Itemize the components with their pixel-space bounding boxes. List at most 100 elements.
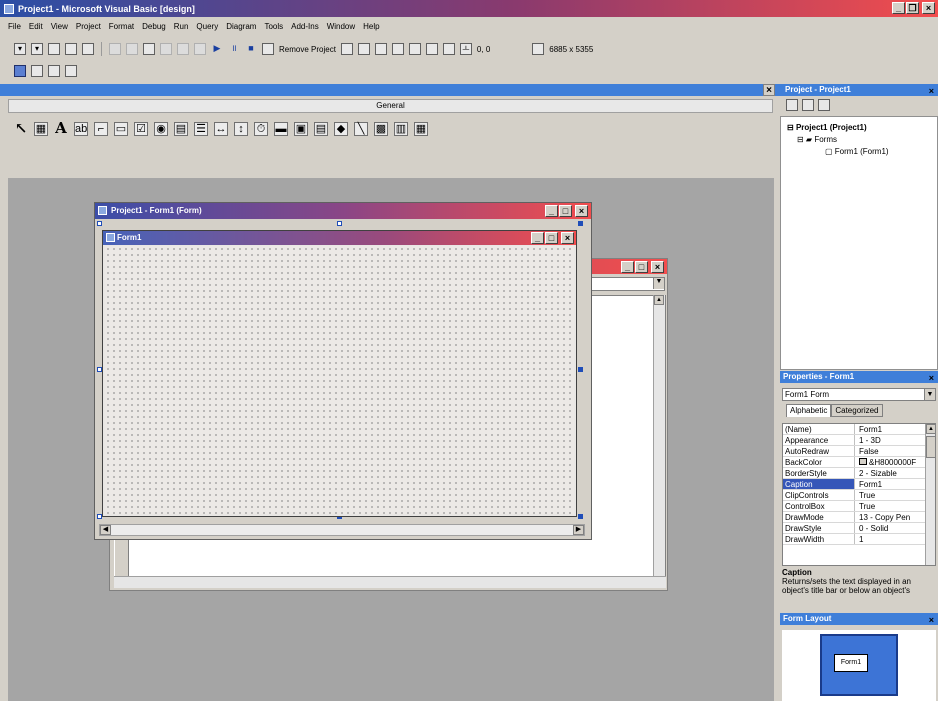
label-tool-icon[interactable]: A — [54, 121, 68, 136]
tree-forms-folder[interactable]: ⊟ ▰ Forms — [797, 135, 837, 144]
resize-handle-right[interactable] — [578, 367, 583, 372]
dir-list-tool-icon[interactable]: ▣ — [294, 122, 308, 136]
designer-maximize-button[interactable]: □ — [559, 205, 572, 217]
property-row[interactable]: DrawMode 13 - Copy Pen — [783, 512, 935, 523]
menu-format[interactable]: Format — [109, 22, 134, 36]
view-object-icon[interactable] — [802, 99, 814, 111]
layout-form-preview[interactable]: Form1 — [834, 654, 868, 672]
save-project-icon[interactable] — [82, 43, 94, 55]
property-row[interactable]: DrawWidth 1 — [783, 534, 935, 545]
code-minimize-button[interactable]: _ — [621, 261, 634, 273]
form1-grid[interactable] — [105, 246, 574, 514]
tab-alphabetic[interactable]: Alphabetic — [786, 404, 832, 417]
frame-tool-icon[interactable]: ⌐ — [94, 122, 108, 136]
ole-tool-icon[interactable]: ▦ — [414, 122, 428, 136]
open-project-icon[interactable] — [65, 43, 77, 55]
hscroll-tool-icon[interactable]: ↔ — [214, 122, 228, 136]
object-selector[interactable]: Form1 Form ▼ — [782, 388, 936, 401]
scroll-up-icon[interactable]: ▲ — [926, 424, 935, 434]
menu-editor-icon[interactable] — [48, 43, 60, 55]
image-tool-icon[interactable]: ▩ — [374, 122, 388, 136]
toggle-folders-icon[interactable] — [818, 99, 830, 111]
combo-box-tool-icon[interactable]: ▤ — [174, 122, 188, 136]
scroll-left-icon[interactable]: ◀ — [100, 525, 111, 535]
menu-debug[interactable]: Debug — [142, 22, 166, 36]
designer-horizontal-scrollbar[interactable]: ◀ ▶ — [99, 524, 585, 536]
view-code-icon[interactable] — [786, 99, 798, 111]
project-close-icon[interactable]: × — [929, 85, 934, 97]
menu-query[interactable]: Query — [196, 22, 218, 36]
resize-handle-top[interactable] — [337, 221, 342, 226]
align-icon[interactable] — [48, 65, 60, 77]
add-form-icon[interactable]: ▾ — [31, 43, 43, 55]
find-icon[interactable] — [160, 43, 172, 55]
cut-icon[interactable] — [109, 43, 121, 55]
property-row[interactable]: Appearance 1 - 3D — [783, 435, 935, 446]
end-icon[interactable]: ■ — [245, 43, 257, 55]
picture-box-tool-icon[interactable]: ▦ — [34, 122, 48, 136]
form-layout-close-icon[interactable]: × — [929, 614, 934, 626]
project-explorer-icon[interactable] — [340, 43, 353, 55]
scroll-right-icon[interactable]: ▶ — [573, 525, 584, 535]
properties-window-icon[interactable] — [357, 43, 370, 55]
menu-tools[interactable]: Tools — [264, 22, 283, 36]
paste-icon[interactable] — [143, 43, 155, 55]
scroll-thumb[interactable] — [926, 436, 935, 458]
undo-icon[interactable] — [177, 43, 189, 55]
bring-to-front-icon[interactable] — [14, 65, 26, 77]
shape-tool-icon[interactable]: ◆ — [334, 122, 348, 136]
property-row[interactable]: DrawStyle 0 - Solid — [783, 523, 935, 534]
timer-tool-icon[interactable]: ⏱ — [254, 122, 268, 136]
file-list-tool-icon[interactable]: ▤ — [314, 122, 328, 136]
copy-icon[interactable] — [126, 43, 138, 55]
menu-project[interactable]: Project — [76, 22, 101, 36]
start-icon[interactable]: ▶ — [211, 43, 223, 55]
menu-file[interactable]: File — [8, 22, 21, 36]
resize-handle-top-right[interactable] — [578, 221, 583, 226]
form1-minimize-button[interactable]: _ — [531, 232, 544, 244]
minimize-button[interactable]: _ — [892, 2, 905, 14]
designer-minimize-button[interactable]: _ — [545, 205, 558, 217]
command-button-tool-icon[interactable]: ▭ — [114, 122, 128, 136]
data-view-icon[interactable] — [425, 43, 438, 55]
add-project-icon[interactable]: ▾ — [14, 43, 26, 55]
menu-window[interactable]: Window — [327, 22, 355, 36]
property-row[interactable]: ControlBox True — [783, 501, 935, 512]
tree-form1-item[interactable]: ▢ Form1 (Form1) — [825, 147, 889, 156]
form1-maximize-button[interactable]: □ — [545, 232, 558, 244]
menu-help[interactable]: Help — [363, 22, 379, 36]
drive-list-tool-icon[interactable]: ▬ — [274, 122, 288, 136]
lock-controls-icon[interactable] — [65, 65, 77, 77]
properties-scrollbar[interactable]: ▲ — [925, 424, 935, 565]
menu-edit[interactable]: Edit — [29, 22, 43, 36]
object-browser-icon[interactable] — [391, 43, 404, 55]
option-button-tool-icon[interactable]: ◉ — [154, 122, 168, 136]
property-row[interactable]: BorderStyle 2 - Sizable — [783, 468, 935, 479]
form-layout-icon[interactable] — [374, 43, 387, 55]
remove-project-button[interactable]: Remove Project — [279, 45, 336, 54]
menu-view[interactable]: View — [51, 22, 68, 36]
menu-diagram[interactable]: Diagram — [226, 22, 256, 36]
line-tool-icon[interactable]: ╲ — [354, 122, 368, 136]
pointer-tool-icon[interactable]: ↖ — [14, 121, 28, 136]
code-vertical-scrollbar[interactable]: ▲ — [653, 295, 665, 577]
form1-surface[interactable]: Form1 _ □ × — [102, 230, 577, 517]
property-row[interactable]: ClipControls True — [783, 490, 935, 501]
toolbox-close-icon[interactable]: × — [763, 84, 775, 96]
code-close-button[interactable]: × — [651, 261, 664, 273]
scroll-up-icon[interactable]: ▲ — [654, 295, 664, 305]
resize-handle-top-left[interactable] — [97, 221, 102, 226]
tab-categorized[interactable]: Categorized — [831, 404, 883, 417]
property-row[interactable]: BackColor &H8000000F — [783, 457, 935, 468]
toolbox-general-tab[interactable]: General — [8, 99, 773, 113]
send-to-back-icon[interactable] — [31, 65, 43, 77]
menu-add-ins[interactable]: Add-Ins — [291, 22, 319, 36]
restore-button[interactable]: ❐ — [906, 2, 919, 14]
checkbox-tool-icon[interactable]: ☑ — [134, 122, 148, 136]
tree-project-node[interactable]: ⊟ Project1 (Project1) — [787, 123, 867, 132]
toolbox-icon[interactable] — [408, 43, 421, 55]
component-manager-icon[interactable] — [442, 43, 455, 55]
code-horizontal-scrollbar[interactable] — [114, 576, 666, 588]
properties-close-icon[interactable]: × — [929, 372, 934, 384]
close-button[interactable]: × — [922, 2, 935, 14]
